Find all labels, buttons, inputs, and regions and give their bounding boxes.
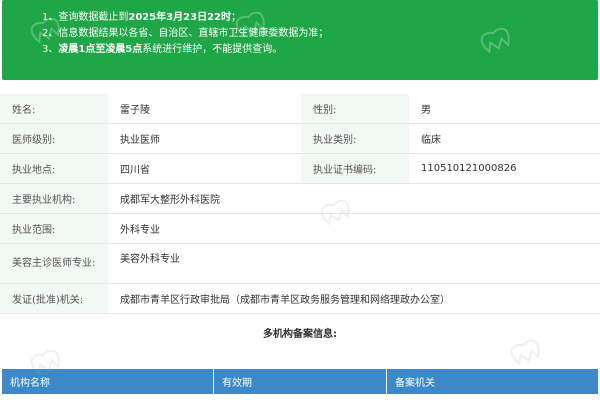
info-row-cosmetic: 美容主诊医师专业: 美容外科专业 [0,244,600,284]
notice-maintenance-time: 凌晨1点至凌晨5点 [58,44,143,55]
gender-label: 性别: [301,94,409,123]
info-row-scope: 执业范围: 外科专业 [0,214,600,244]
info-row-name: 姓名: 雷子陵 性别: 男 [0,94,600,124]
multi-institution-title: 多机构备案信息: [263,329,337,340]
name-value: 雷子陵 [108,94,301,123]
notice-date: 2025年3月23日22时 [128,12,231,23]
notice-line-1: 1、查询数据截止到2025年3月23日22时； [42,12,241,23]
notice-banner: 1、查询数据截止到2025年3月23日22时； 2、信息数据结果以各省、自治区、… [2,0,598,80]
scope-label: 执业范围: [0,214,108,243]
cosmetic-label: 美容主诊医师专业: [0,244,108,283]
level-label: 医师级别: [0,124,108,153]
column-header-institution: 机构名称 [2,369,214,394]
gender-value: 男 [409,94,600,123]
info-row-institution: 主要执业机构: 成都军大整形外科医院 [0,184,600,214]
info-row-issuer: 发证(批准)机关: 成都市青羊区行政审批局（成都市青羊区政务服务管理和网络理政办… [0,284,600,314]
info-row-level: 医师级别: 执业医师 执业类别: 临床 [0,124,600,154]
issuer-value: 成都市青羊区行政审批局（成都市青羊区政务服务管理和网络理政办公室） [108,284,600,313]
scope-value: 外科专业 [108,214,600,243]
cert-label: 执业证书编码: [301,154,409,183]
notice-line-2: 2、信息数据结果以各省、自治区、直辖市卫生健康委数据为准； [42,28,329,39]
category-label: 执业类别: [301,124,409,153]
cert-value: 110510121000826 [409,154,600,183]
location-value: 四川省 [108,154,301,183]
notice-line-3: 3、凌晨1点至凌晨5点系统进行维护，不能提供查询。 [42,44,283,55]
location-label: 执业地点: [0,154,108,183]
cosmetic-value: 美容外科专业 [108,244,600,283]
name-label: 姓名: [0,94,108,123]
multi-institution-table-header: 机构名称 有效期 备案机关 [2,369,598,394]
institution-label: 主要执业机构: [0,184,108,213]
issuer-label: 发证(批准)机关: [0,284,108,313]
level-value: 执业医师 [108,124,301,153]
doctor-info-table: 姓名: 雷子陵 性别: 男 医师级别: 执业医师 执业类别: 临床 执业地点: … [0,94,600,314]
column-header-authority: 备案机关 [395,378,435,389]
info-row-location: 执业地点: 四川省 执业证书编码: 110510121000826 [0,154,600,184]
column-header-validity: 有效期 [214,369,387,394]
category-value: 临床 [409,124,600,153]
institution-value: 成都军大整形外科医院 [108,184,600,213]
